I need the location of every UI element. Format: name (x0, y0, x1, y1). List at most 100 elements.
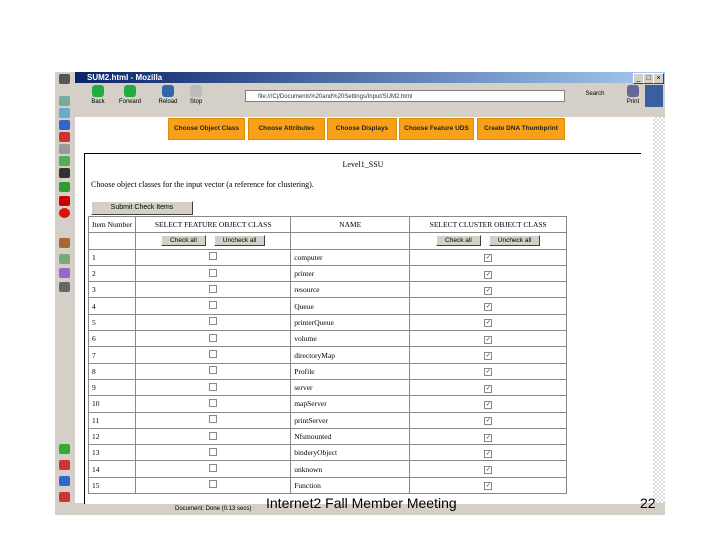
tab-choose-attributes[interactable]: Choose Attributes (248, 118, 325, 140)
table-row: 5 printerQueue ✓ (87, 313, 568, 332)
item-number: 3 (87, 281, 137, 299)
forward-button[interactable]: Forward (117, 85, 143, 105)
class-name: printServer (290, 411, 411, 429)
cluster-checkbox[interactable]: ✓ (484, 368, 493, 377)
app-icon[interactable] (59, 144, 70, 154)
cluster-checkbox[interactable]: ✓ (484, 335, 493, 344)
cluster-checkbox[interactable]: ✓ (484, 449, 493, 458)
item-number: 13 (87, 444, 137, 462)
feature-checkbox[interactable] (209, 366, 218, 375)
cluster-checkbox[interactable]: ✓ (484, 433, 493, 442)
feature-checkbox[interactable] (209, 252, 218, 261)
feature-checkbox[interactable] (209, 317, 218, 326)
feature-checkbox[interactable] (209, 333, 218, 342)
feature-checkbox[interactable] (209, 284, 218, 293)
submit-check-items-button[interactable]: Submit Check Items (91, 201, 193, 215)
mozilla-logo (645, 85, 663, 107)
app-icon[interactable] (59, 196, 70, 206)
app-icon[interactable] (59, 268, 70, 278)
slide-page-number: 22 (640, 495, 656, 511)
cluster-checkbox[interactable]: ✓ (484, 400, 493, 409)
cluster-checkbox[interactable]: ✓ (484, 482, 493, 491)
app-icon[interactable] (59, 476, 70, 486)
app-icon[interactable] (59, 238, 70, 248)
app-icon[interactable] (59, 132, 70, 142)
class-name: binderyObject (290, 444, 411, 462)
class-name: mapServer (290, 395, 411, 413)
vertical-scrollbar[interactable] (653, 117, 665, 503)
tab-choose-object-class[interactable]: Choose Object Class (168, 118, 245, 140)
class-name: printer (290, 264, 411, 283)
app-icon[interactable] (59, 254, 70, 264)
cluster-checkbox[interactable]: ✓ (484, 270, 493, 279)
app-icon[interactable] (59, 282, 70, 292)
back-button[interactable]: Back (85, 85, 111, 105)
tab-create-dna-thumbprint[interactable]: Create DNA Thumbprint (477, 118, 565, 140)
app-icon[interactable] (59, 492, 70, 502)
feature-uncheck-all-button[interactable]: Uncheck all (213, 235, 266, 247)
table-row: 9 server ✓ (87, 378, 568, 397)
table-row: 6 volume ✓ (87, 330, 568, 348)
table-row: 1 computer ✓ (87, 248, 568, 266)
cluster-uncheck-all-button[interactable]: Uncheck all (488, 235, 541, 247)
reload-button[interactable]: Reload (155, 85, 181, 105)
feature-checkbox[interactable] (209, 398, 218, 407)
cluster-check-all-button[interactable]: Check all (436, 235, 481, 247)
table-row: 15 Function ✓ (87, 476, 568, 495)
tab-choose-feature-uds[interactable]: Choose Feature UDS (399, 118, 474, 140)
cluster-checkbox[interactable]: ✓ (484, 417, 493, 426)
class-name: Function (290, 476, 411, 495)
stop-button[interactable]: Stop (183, 85, 209, 105)
feature-checkbox[interactable] (209, 464, 218, 473)
close-icon[interactable] (59, 208, 70, 218)
class-name: printerQueue (290, 313, 411, 332)
cluster-checkbox[interactable]: ✓ (484, 384, 493, 393)
status-text: Document: Done (0.13 secs) (175, 506, 252, 512)
feature-checkbox[interactable] (209, 431, 218, 440)
feature-checkbox[interactable] (209, 268, 218, 277)
app-icon[interactable] (59, 156, 70, 166)
table-row: 11 printServer ✓ (87, 411, 568, 429)
cluster-checkbox[interactable]: ✓ (484, 254, 493, 263)
table-row: 14 unknown ✓ (87, 460, 568, 478)
page-title: Level1_SSU (342, 160, 384, 169)
app-icon[interactable] (59, 444, 70, 454)
cluster-checkbox[interactable]: ✓ (484, 319, 493, 328)
tab-choose-displays[interactable]: Choose Displays (327, 118, 397, 140)
feature-checkbox[interactable] (209, 415, 218, 424)
header-feature-class: SELECT FEATURE OBJECT CLASS (135, 215, 292, 234)
item-number: 14 (87, 460, 137, 478)
item-number: 12 (87, 427, 137, 446)
cluster-checkbox[interactable]: ✓ (484, 466, 493, 475)
class-name: Nfsmounted (290, 427, 411, 446)
item-number: 10 (87, 395, 137, 413)
app-icon[interactable] (59, 74, 70, 84)
class-name: volume (290, 330, 411, 348)
cluster-checkbox[interactable]: ✓ (484, 286, 493, 295)
search-button[interactable]: Search (575, 91, 615, 97)
app-icon[interactable] (59, 182, 70, 192)
item-number: 9 (87, 378, 137, 397)
item-number: 1 (87, 248, 137, 266)
app-icon[interactable] (59, 108, 70, 118)
app-icon[interactable] (59, 460, 70, 470)
feature-check-all-button[interactable]: Check all (161, 235, 206, 247)
window-title: SUM2.html - Mozilla (87, 73, 163, 82)
cluster-checkbox[interactable]: ✓ (484, 303, 493, 312)
url-input[interactable]: file:///C|/Documents%20and%20Settings/In… (245, 90, 565, 102)
instruction-text: Choose object classes for the input vect… (91, 180, 314, 189)
browser-icon[interactable] (59, 120, 70, 130)
table-row: 3 resource ✓ (87, 281, 568, 299)
app-icon[interactable] (59, 96, 70, 106)
feature-checkbox[interactable] (209, 480, 218, 489)
cluster-checkbox[interactable]: ✓ (484, 352, 493, 361)
print-button[interactable]: Print (620, 85, 646, 105)
app-icon[interactable] (59, 168, 70, 178)
table-row: 8 Profile ✓ (87, 362, 568, 380)
feature-checkbox[interactable] (209, 350, 218, 359)
feature-checkbox[interactable] (209, 447, 218, 456)
feature-checkbox[interactable] (209, 382, 218, 391)
slide-footer: Internet2 Fall Member Meeting (266, 495, 457, 511)
item-number: 8 (87, 362, 137, 380)
feature-checkbox[interactable] (209, 301, 218, 310)
